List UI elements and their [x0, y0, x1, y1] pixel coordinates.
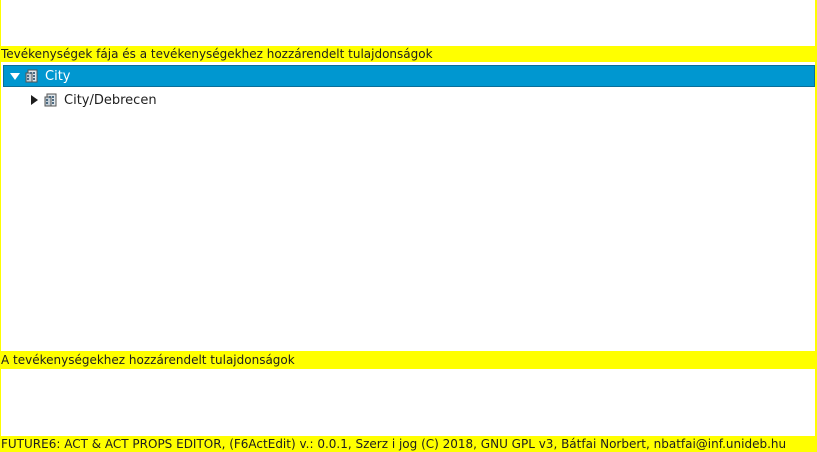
building-icon [44, 93, 59, 107]
footer-status: FUTURE6: ACT & ACT PROPS EDITOR, (F6ActE… [0, 436, 817, 452]
tree-node-label: City/Debrecen [64, 92, 157, 108]
tree-node-city[interactable]: City [3, 65, 815, 87]
properties-panel[interactable] [1, 369, 815, 436]
expand-arrow-icon[interactable] [29, 95, 39, 105]
activity-tree[interactable]: City City/Debrecen [1, 62, 815, 351]
tree-node-city-debrecen[interactable]: City/Debrecen [23, 89, 157, 111]
tree-node-label: City [45, 68, 71, 84]
props-panel-title: A tevékenységekhez hozzárendelt tulajdon… [0, 351, 817, 369]
top-blank-area [1, 0, 815, 45]
tree-panel-title: Tevékenységek fája és a tevékenységekhez… [0, 46, 817, 62]
frame-edge-left [0, 0, 1, 452]
expand-arrow-icon[interactable] [10, 71, 20, 81]
app-window: Tevékenységek fája és a tevékenységekhez… [0, 0, 817, 452]
building-icon [25, 69, 40, 83]
